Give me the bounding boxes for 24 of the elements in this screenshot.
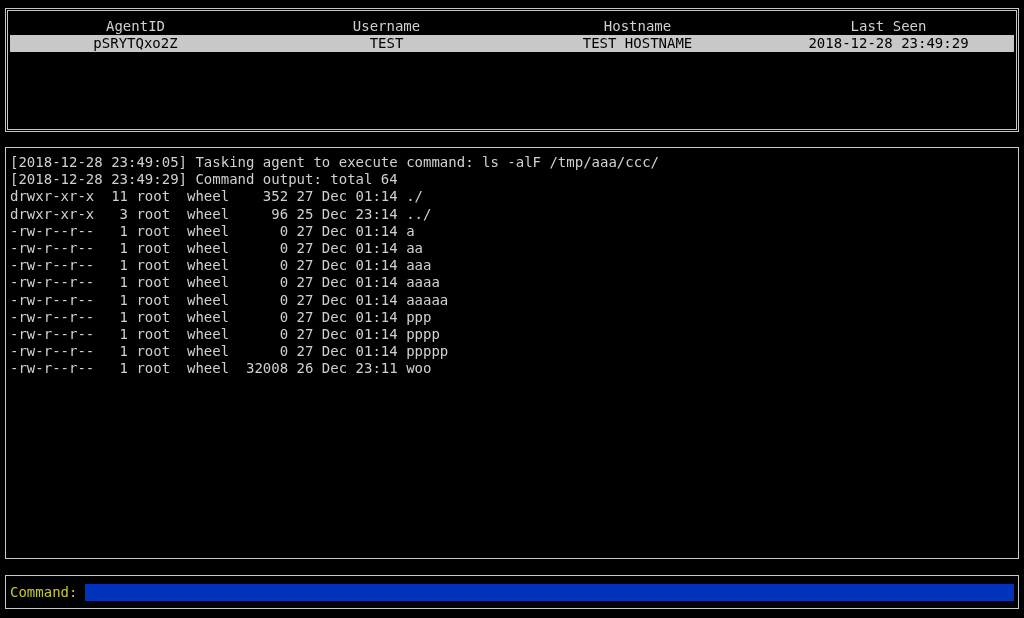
log-line: -rw-r--r-- 1 root wheel 0 27 Dec 01:14 aaa <box>10 257 433 275</box>
log-line: -rw-r--r-- 1 root wheel 0 27 Dec 01:14 pppp <box>10 326 441 344</box>
log-line: [2018-12-28 23:49:29] Command output: total 64 <box>10 171 399 189</box>
column-header: AgentID <box>105 18 166 35</box>
column-header: Username <box>351 18 422 35</box>
log-line: -rw-r--r-- 1 root wheel 0 27 Dec 01:14 a <box>10 222 416 240</box>
table-cell-text: TEST HOSTNAME <box>581 35 694 52</box>
log-line: -rw-r--r-- 1 root wheel 0 27 Dec 01:14 aaaaa <box>10 291 450 309</box>
table-cell-text: 2018-12-28 23:49:29 <box>807 35 970 52</box>
log-line: -rw-r--r-- 1 root wheel 0 27 Dec 01:14 ppp <box>10 308 433 327</box>
table-cell-text: TEST <box>368 35 405 52</box>
column-header: Last Seen <box>849 18 928 35</box>
log-line: -rw-r--r-- 1 root wheel 0 27 Dec 01:14 aa <box>10 240 424 258</box>
command-input[interactable] <box>85 583 1014 601</box>
log-line: drwxr-xr-x 11 root wheel 352 27 Dec 01:14 ./ <box>10 188 424 206</box>
log-line: -rw-r--r-- 1 root wheel 0 27 Dec 01:14 ppppp <box>10 343 450 361</box>
command-label: Command: <box>10 584 78 600</box>
table-cell-text: pSRYTQxo2Z <box>92 35 179 52</box>
log-line: drwxr-xr-x 3 root wheel 96 25 Dec 23:14 ../ <box>10 205 433 223</box>
log-line: [2018-12-28 23:49:05] Tasking agent to execute command: ls -alF /tmp/aaa/ccc/ <box>10 154 660 172</box>
column-header: Hostname <box>602 18 673 35</box>
log-line: -rw-r--r-- 1 root wheel 0 27 Dec 01:14 aaaa <box>10 274 441 292</box>
agent-row[interactable]: pSRYTQxo2Z TEST TEST HOSTNAME 2018-12-28 23:49:29 <box>10 35 1014 52</box>
log-line: -rw-r--r-- 1 root wheel 32008 26 Dec 23:11 woo <box>10 360 433 378</box>
